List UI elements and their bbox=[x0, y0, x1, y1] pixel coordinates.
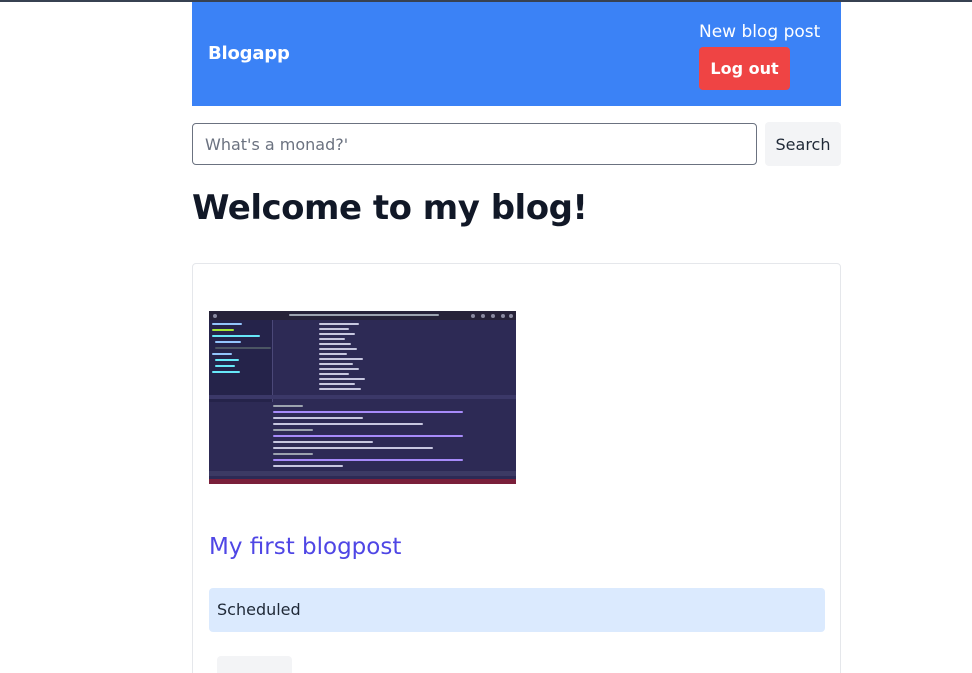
post-status-text: Scheduled bbox=[217, 600, 301, 619]
post-card: My first blogpost Scheduled Cancel bbox=[192, 263, 841, 673]
search-button[interactable]: Search bbox=[765, 122, 841, 166]
page-title: Welcome to my blog! bbox=[192, 188, 588, 228]
app-header: Blogapp New blog post Log out bbox=[192, 2, 841, 106]
post-image bbox=[209, 311, 516, 484]
search-input[interactable] bbox=[192, 123, 757, 165]
cancel-post-button[interactable]: Cancel bbox=[217, 656, 292, 673]
post-title-link[interactable]: My first blogpost bbox=[209, 534, 401, 560]
app-brand[interactable]: Blogapp bbox=[208, 43, 290, 64]
logout-button[interactable]: Log out bbox=[699, 47, 790, 90]
new-blog-post-link[interactable]: New blog post bbox=[699, 22, 820, 42]
post-status-badge: Scheduled bbox=[209, 588, 825, 632]
